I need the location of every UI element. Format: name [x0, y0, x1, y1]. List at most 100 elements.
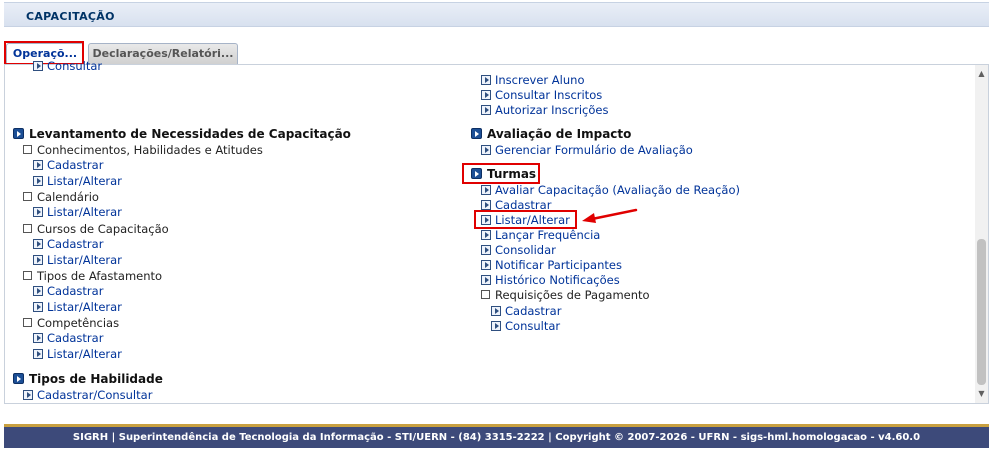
arrow-bullet-icon [481, 215, 491, 225]
link-cadastrar[interactable]: Cadastrar [47, 284, 103, 298]
section-title: Turmas [487, 167, 537, 181]
scroll-up-icon[interactable]: ▲ [975, 68, 988, 80]
arrow-bullet-icon [481, 230, 491, 240]
arrow-bullet-icon [33, 239, 43, 249]
menu-item-requisicoes-consultar[interactable]: Consultar [491, 319, 560, 333]
arrow-bullet-icon [33, 302, 43, 312]
section-levantamento: Levantamento de Necessidades de Capacita… [13, 127, 351, 141]
arrow-bullet-icon [33, 255, 43, 265]
arrow-bullet-icon [33, 160, 43, 170]
menu-item-avaliar-capacitacao[interactable]: Avaliar Capacitação (Avaliação de Reação… [481, 183, 740, 197]
menu-item-consolidar[interactable]: Consolidar [481, 243, 556, 257]
menu-item-notificar-participantes[interactable]: Notificar Participantes [481, 258, 622, 272]
group-requisicoes-pagamento: Requisições de Pagamento [481, 288, 650, 302]
menu-item-historico-notificacoes[interactable]: Histórico Notificações [481, 273, 620, 287]
link-cadastrar[interactable]: Cadastrar [495, 198, 551, 212]
section-arrow-icon [13, 128, 24, 139]
link-consultar[interactable]: Consultar [505, 319, 560, 333]
link-cadastrar[interactable]: Cadastrar [47, 158, 103, 172]
section-arrow-icon [13, 373, 24, 384]
link-gerenciar-formulario[interactable]: Gerenciar Formulário de Avaliação [495, 143, 693, 157]
arrow-bullet-icon [491, 306, 501, 316]
footer-bar: SIGRH | Superintendência de Tecnologia d… [4, 424, 989, 448]
arrow-bullet-icon [481, 245, 491, 255]
link-listar-alterar[interactable]: Listar/Alterar [47, 300, 122, 314]
arrow-bullet-icon [481, 200, 491, 210]
link-listar-alterar[interactable]: Listar/Alterar [47, 174, 122, 188]
link-cadastrar[interactable]: Cadastrar [47, 237, 103, 251]
menu-item-cursos-listar[interactable]: Listar/Alterar [33, 253, 122, 267]
link-consultar-inscritos[interactable]: Consultar Inscritos [495, 88, 602, 102]
menu-item-lancar-frequencia[interactable]: Lançar Frequência [481, 228, 600, 242]
arrow-bullet-icon [33, 349, 43, 359]
menu-item-afastamento-listar[interactable]: Listar/Alterar [33, 300, 122, 314]
module-title: CAPACITAÇÃO [26, 10, 115, 23]
square-bullet-icon [23, 224, 32, 233]
link-historico-notificacoes[interactable]: Histórico Notificações [495, 273, 620, 287]
arrow-bullet-icon [33, 286, 43, 296]
menu-item-habilidade-cadastrar-consultar[interactable]: Cadastrar/Consultar [23, 388, 152, 402]
group-label: Calendário [37, 190, 99, 204]
menu-item-consultar-inscritos[interactable]: Consultar Inscritos [481, 88, 602, 102]
menu-item-competencias-listar[interactable]: Listar/Alterar [33, 347, 122, 361]
menu-item-autorizar-inscricoes[interactable]: Autorizar Inscrições [481, 103, 608, 117]
link-cadastrar[interactable]: Cadastrar [47, 331, 103, 345]
scroll-thumb[interactable] [977, 239, 986, 385]
section-title: Tipos de Habilidade [29, 372, 163, 386]
square-bullet-icon [23, 318, 32, 327]
arrow-bullet-icon [481, 275, 491, 285]
link-lancar-frequencia[interactable]: Lançar Frequência [495, 228, 600, 242]
group-label: Requisições de Pagamento [495, 288, 650, 302]
menu-item-gerenciar-formulario[interactable]: Gerenciar Formulário de Avaliação [481, 143, 693, 157]
link-listar-alterar[interactable]: Listar/Alterar [47, 205, 122, 219]
group-afastamento: Tipos de Afastamento [23, 269, 162, 283]
link-consultar[interactable]: Consultar [47, 59, 102, 71]
section-turmas: Turmas [471, 167, 536, 181]
section-tipos-habilidade: Tipos de Habilidade [13, 372, 163, 386]
menu-item-requisicoes-cadastrar[interactable]: Cadastrar [491, 304, 561, 318]
link-avaliar-capacitacao[interactable]: Avaliar Capacitação (Avaliação de Reação… [495, 183, 740, 197]
arrow-bullet-icon [481, 90, 491, 100]
menu-item-cha-cadastrar[interactable]: Cadastrar [33, 158, 103, 172]
menu-item-cha-listar[interactable]: Listar/Alterar [33, 174, 122, 188]
section-arrow-icon [471, 128, 482, 139]
arrow-bullet-icon [481, 185, 491, 195]
arrow-bullet-icon [481, 105, 491, 115]
link-cadastrar-consultar[interactable]: Cadastrar/Consultar [37, 388, 152, 402]
link-inscrever-aluno[interactable]: Inscrever Aluno [495, 73, 584, 87]
section-title: Avaliação de Impacto [487, 127, 632, 141]
section-avaliacao-impacto: Avaliação de Impacto [471, 127, 631, 141]
link-autorizar-inscricoes[interactable]: Autorizar Inscrições [495, 103, 608, 117]
square-bullet-icon [23, 145, 32, 154]
menu-item-consultar-cut[interactable]: Consultar [33, 59, 102, 71]
square-bullet-icon [23, 271, 32, 280]
group-calendario: Calendário [23, 190, 99, 204]
arrow-bullet-icon [23, 390, 33, 400]
menu-item-calendario-listar[interactable]: Listar/Alterar [33, 205, 122, 219]
vertical-scrollbar[interactable]: ▲ ▼ [975, 65, 988, 403]
group-cursos: Cursos de Capacitação [23, 222, 169, 236]
group-cha: Conhecimentos, Habilidades e Atitudes [23, 143, 263, 157]
menu-item-turmas-listar[interactable]: Listar/Alterar [481, 213, 570, 227]
menu-item-inscrever-aluno[interactable]: Inscrever Aluno [481, 73, 584, 87]
section-arrow-icon [471, 168, 482, 179]
link-consolidar[interactable]: Consolidar [495, 243, 556, 257]
link-listar-alterar[interactable]: Listar/Alterar [47, 253, 122, 267]
scroll-down-icon[interactable]: ▼ [975, 388, 988, 400]
arrow-bullet-icon [33, 333, 43, 343]
arrow-bullet-icon [491, 321, 501, 331]
link-cadastrar[interactable]: Cadastrar [505, 304, 561, 318]
tab-declaracoes-relatorios[interactable]: Declarações/Relatóri... [88, 43, 238, 65]
link-notificar-participantes[interactable]: Notificar Participantes [495, 258, 622, 272]
arrow-bullet-icon [33, 61, 43, 71]
group-competencias: Competências [23, 316, 119, 330]
section-title: Levantamento de Necessidades de Capacita… [29, 127, 351, 141]
link-listar-alterar[interactable]: Listar/Alterar [47, 347, 122, 361]
link-listar-alterar[interactable]: Listar/Alterar [495, 213, 570, 227]
menu-item-afastamento-cadastrar[interactable]: Cadastrar [33, 284, 103, 298]
menu-item-cursos-cadastrar[interactable]: Cadastrar [33, 237, 103, 251]
menu-item-turmas-cadastrar[interactable]: Cadastrar [481, 198, 551, 212]
group-label: Competências [37, 316, 120, 330]
menu-item-competencias-cadastrar[interactable]: Cadastrar [33, 331, 103, 345]
square-bullet-icon [23, 192, 32, 201]
